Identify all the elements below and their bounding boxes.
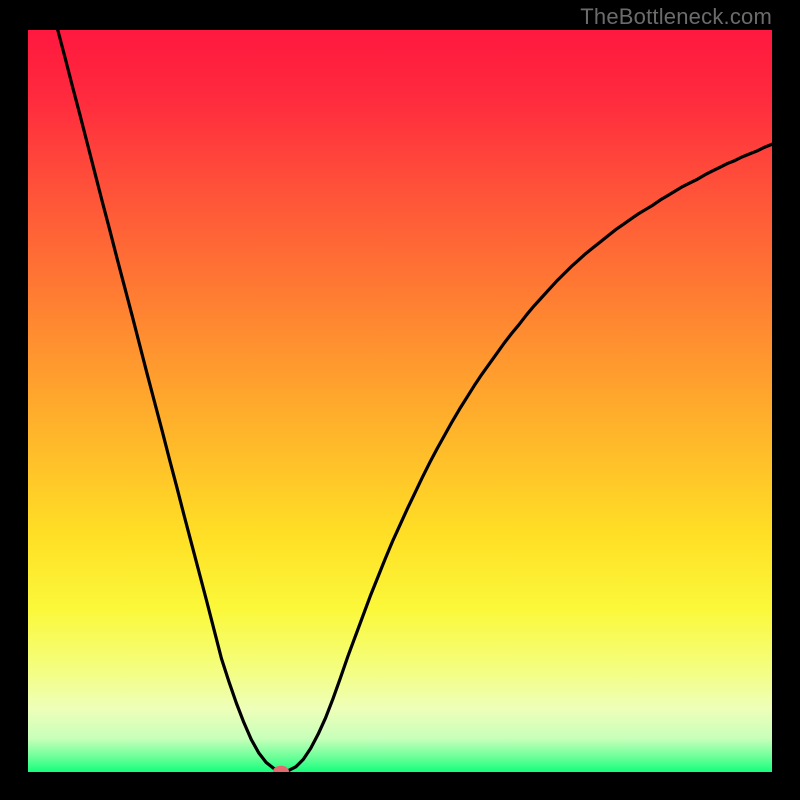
plot-area <box>28 30 772 772</box>
chart-frame: TheBottleneck.com <box>0 0 800 800</box>
gradient-rect <box>28 30 772 772</box>
watermark-text: TheBottleneck.com <box>580 0 772 30</box>
chart-svg <box>28 30 772 772</box>
